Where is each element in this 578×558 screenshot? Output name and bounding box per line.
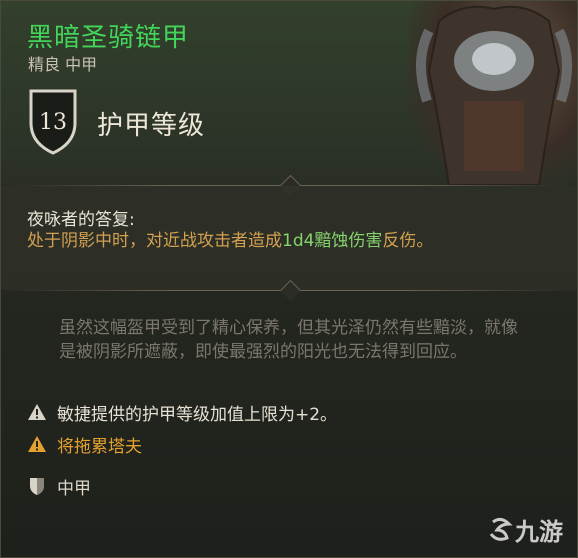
tooltip-header: 黑暗圣骑链甲 精良 中甲 13 护甲等级 [1,1,577,186]
logo-icon [489,517,513,541]
shield-icon [30,478,44,495]
warning-icon [28,436,46,452]
armor-class-value: 13 [39,110,67,135]
property-armor-type: 中甲 [27,473,91,499]
passive-desc-text: 反伤。 [382,231,434,251]
armor-artwork [409,1,577,186]
item-rarity-type: 精良 中甲 [28,55,98,74]
property-text: 将拖累塔夫 [57,436,142,457]
property-stealth-penalty: 将拖累塔夫 [27,431,142,457]
warning-icon [28,404,46,420]
property-text: 中甲 [57,478,91,499]
passive-desc-text: 处于阴影中时，对近战攻击者造成 [27,231,282,251]
item-name: 黑暗圣骑链甲 [27,23,190,53]
damage-highlight: 1d4黯蚀伤害 [282,231,383,251]
watermark-text: 九游 [515,518,563,546]
watermark-logo: 九游 [487,512,563,547]
armor-class-shield-icon: 13 [27,87,79,155]
property-text: 敏捷提供的护甲等级加值上限为+2。 [57,404,338,425]
lore-text: 虽然这幅盔甲受到了精心保养，但其光泽仍然有些黯淡，就像是被阴影所遮蔽，即使最强烈… [59,318,518,362]
armor-class-label: 护甲等级 [97,111,206,141]
property-dex-cap: 敏捷提供的护甲等级加值上限为+2。 [27,399,337,425]
passive-description: 处于阴影中时，对近战攻击者造成1d4黯蚀伤害反伤。 [27,227,527,255]
item-tooltip: 黑暗圣骑链甲 精良 中甲 13 护甲等级 夜咏者的答复: 处于阴影中时，对近战攻… [0,0,578,558]
